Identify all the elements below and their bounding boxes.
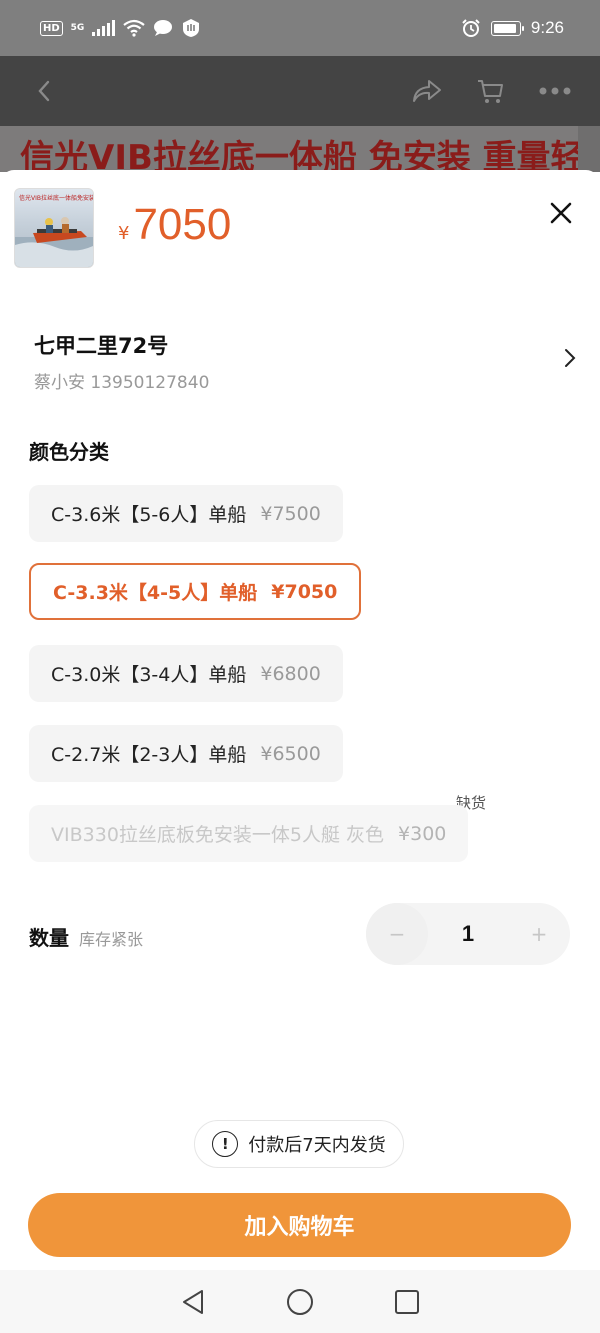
address-contact: 蔡小安 13950127840 xyxy=(34,373,210,393)
system-nav-bar xyxy=(0,1270,600,1333)
price-display: ¥ 7050 xyxy=(118,200,231,250)
network-type: 5G xyxy=(70,22,85,33)
status-left: HD 5G xyxy=(40,18,201,38)
product-banner: 信光VIB拉丝底一体船 免安装 重量轻 xyxy=(0,126,600,172)
banner-text: 信光VIB拉丝底一体船 免安装 重量轻 xyxy=(20,138,585,172)
battery-icon xyxy=(490,20,524,36)
sku-option[interactable]: C-2.7米【2-3人】单船 ¥6500 xyxy=(29,725,343,782)
quantity-label: 数量 xyxy=(29,926,69,950)
price-currency: ¥ xyxy=(118,223,130,244)
hd-badge: HD xyxy=(40,20,63,36)
more-icon[interactable] xyxy=(538,86,572,96)
nav-actions xyxy=(412,77,572,105)
product-nav-bar xyxy=(0,56,600,126)
network-label: 5G xyxy=(70,22,85,33)
back-icon[interactable] xyxy=(36,79,52,103)
chevron-right-icon xyxy=(565,349,576,367)
address-line: 七甲二里72号 xyxy=(34,334,169,358)
circle-home-icon xyxy=(286,1288,313,1315)
price-value: 7050 xyxy=(133,200,232,249)
add-to-cart-button[interactable]: 加入购物车 xyxy=(28,1193,571,1257)
triangle-back-icon xyxy=(183,1289,204,1314)
boat-image xyxy=(15,217,93,267)
shipping-address[interactable]: 七甲二里72号 蔡小安 13950127840 xyxy=(34,330,580,393)
sku-option-price: ¥7500 xyxy=(260,502,321,525)
increment-button[interactable]: + xyxy=(508,903,570,965)
status-time: 9:26 xyxy=(530,18,564,37)
nav-back-button[interactable] xyxy=(173,1282,213,1322)
sku-option-label: C-3.0米【3-4人】单船 xyxy=(51,664,247,686)
sku-option-label: VIB330拉丝底板免安装一体5人艇 灰色 xyxy=(51,824,385,846)
cart-icon[interactable] xyxy=(476,77,504,105)
alarm-icon xyxy=(462,19,480,37)
nav-home-button[interactable] xyxy=(280,1282,320,1322)
sku-selector-sheet: 信光VIB拉丝底一体船免安装重量轻 ¥ 7050 七甲二里72号 蔡小安 139… xyxy=(0,170,600,1270)
sku-option-selected[interactable]: C-3.3米【4-5人】单船 ¥7050 xyxy=(29,563,362,620)
nav-recents-button[interactable] xyxy=(387,1282,427,1322)
shipping-note-text: 付款后7天内发货 xyxy=(248,1135,386,1156)
status-bar: HD 5G 9:26 xyxy=(0,0,600,56)
sku-option-label: C-2.7米【2-3人】单船 xyxy=(51,744,247,766)
sku-option-price: ¥300 xyxy=(398,822,447,845)
sku-option[interactable]: C-3.0米【3-4人】单船 ¥6800 xyxy=(29,645,343,702)
info-icon: ! xyxy=(212,1131,239,1157)
sku-option-price: ¥7050 xyxy=(271,580,338,603)
shield-icon xyxy=(183,19,200,37)
sku-option-price: ¥6500 xyxy=(260,742,321,765)
stock-note: 库存紧张 xyxy=(79,930,144,949)
close-icon[interactable] xyxy=(548,200,574,226)
quantity-label-group: 数量 库存紧张 xyxy=(29,922,143,951)
chat-bubble-icon xyxy=(154,20,173,36)
banner-edge xyxy=(578,126,600,172)
sku-option-label: C-3.3米【4-5人】单船 xyxy=(53,582,258,604)
signal-icon xyxy=(92,20,116,36)
product-thumbnail: 信光VIB拉丝底一体船免安装重量轻 xyxy=(14,188,94,268)
quantity-value[interactable]: 1 xyxy=(462,921,474,947)
sku-option-label: C-3.6米【5-6人】单船 xyxy=(51,504,247,526)
quantity-stepper: − 1 + xyxy=(366,903,570,965)
shipping-note: ! 付款后7天内发货 xyxy=(194,1120,404,1168)
sku-option-disabled: VIB330拉丝底板免安装一体5人艇 灰色 ¥300 xyxy=(29,805,469,862)
sku-option-price: ¥6800 xyxy=(260,662,321,685)
share-icon[interactable] xyxy=(412,78,442,104)
status-right: 9:26 xyxy=(461,18,564,38)
sku-option[interactable]: C-3.6米【5-6人】单船 ¥7500 xyxy=(29,485,343,542)
square-recents-icon xyxy=(394,1289,419,1314)
wifi-icon xyxy=(123,19,146,37)
decrement-button[interactable]: − xyxy=(366,903,428,965)
color-section-title: 颜色分类 xyxy=(29,440,109,464)
